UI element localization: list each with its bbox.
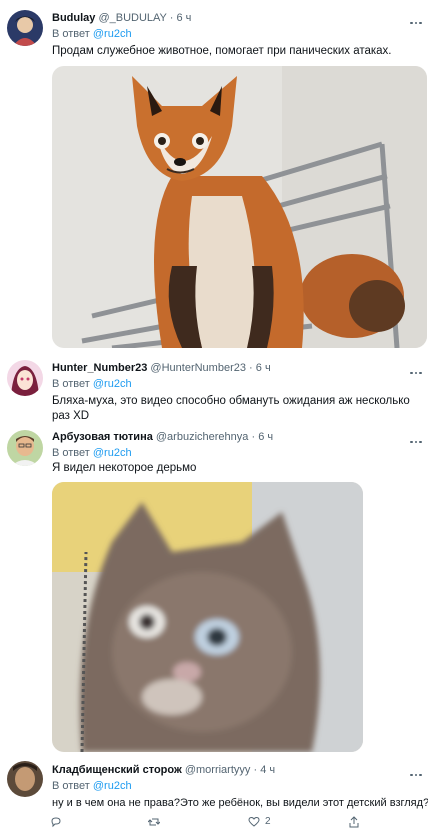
author-handle[interactable]: @HunterNumber23: [150, 362, 246, 374]
more-icon[interactable]: [410, 364, 424, 375]
like-icon: [248, 816, 260, 827]
share-button[interactable]: [348, 816, 360, 829]
reply-mention[interactable]: @ru2ch: [93, 378, 132, 390]
blurry-cat-photo: [52, 482, 363, 752]
reply-prefix: В ответ: [52, 28, 90, 40]
retweet-button[interactable]: [147, 816, 161, 829]
author-name[interactable]: Арбузовая тютина: [52, 431, 153, 443]
timestamp[interactable]: 6 ч: [256, 362, 271, 374]
more-icon[interactable]: [410, 766, 424, 777]
reply-button[interactable]: [50, 816, 62, 829]
author-handle[interactable]: @arbuzicherehnya: [156, 431, 249, 443]
timestamp[interactable]: 6 ч: [258, 431, 273, 443]
author-name[interactable]: Кладбищенский сторож: [52, 764, 182, 776]
author-handle[interactable]: @_BUDULAY: [98, 12, 166, 24]
like-button[interactable]: 2: [248, 816, 271, 829]
avatar[interactable]: [7, 430, 43, 466]
retweet-icon: [147, 818, 161, 826]
tweet-actions: 2: [50, 816, 420, 829]
reply-icon: [51, 817, 61, 828]
tweet-text: Бляха-муха, это видео способно обмануть …: [52, 395, 410, 422]
reply-prefix: В ответ: [52, 780, 90, 792]
tweet-text: Я видел некоторое дерьмо: [52, 462, 197, 474]
avatar[interactable]: [7, 761, 43, 797]
avatar[interactable]: [7, 360, 43, 396]
author-name[interactable]: Hunter_Number23: [52, 362, 147, 374]
share-icon: [349, 816, 359, 828]
reply-mention[interactable]: @ru2ch: [93, 447, 132, 459]
avatar[interactable]: [7, 10, 43, 46]
more-icon[interactable]: [410, 433, 424, 444]
reply-mention[interactable]: @ru2ch: [93, 28, 132, 40]
reply-mention[interactable]: @ru2ch: [93, 780, 132, 792]
tweet-image[interactable]: [52, 66, 427, 348]
tweet-image[interactable]: [52, 482, 363, 752]
author-handle[interactable]: @morriartyyy: [185, 764, 251, 776]
reply-prefix: В ответ: [52, 378, 90, 390]
tweet-2[interactable]: Hunter_Number23 @HunterNumber23 · 6 ч В …: [0, 350, 428, 422]
timestamp[interactable]: 4 ч: [260, 764, 275, 776]
like-count: 2: [265, 816, 271, 827]
tweet-1[interactable]: Budulay @_BUDULAY · 6 ч В ответ @ru2ch П…: [0, 0, 428, 350]
tweet-3[interactable]: Арбузовая тютина @arbuzicherehnya · 6 ч …: [0, 422, 428, 752]
fox-photo: [52, 66, 427, 348]
tweet-text: Продам служебное животное, помогает при …: [52, 45, 392, 57]
more-icon[interactable]: [410, 14, 424, 25]
tweet-text: ну и в чем она не права?Это же ребёнок, …: [52, 797, 428, 809]
reply-prefix: В ответ: [52, 447, 90, 459]
author-name[interactable]: Budulay: [52, 12, 95, 24]
timestamp[interactable]: 6 ч: [177, 12, 192, 24]
